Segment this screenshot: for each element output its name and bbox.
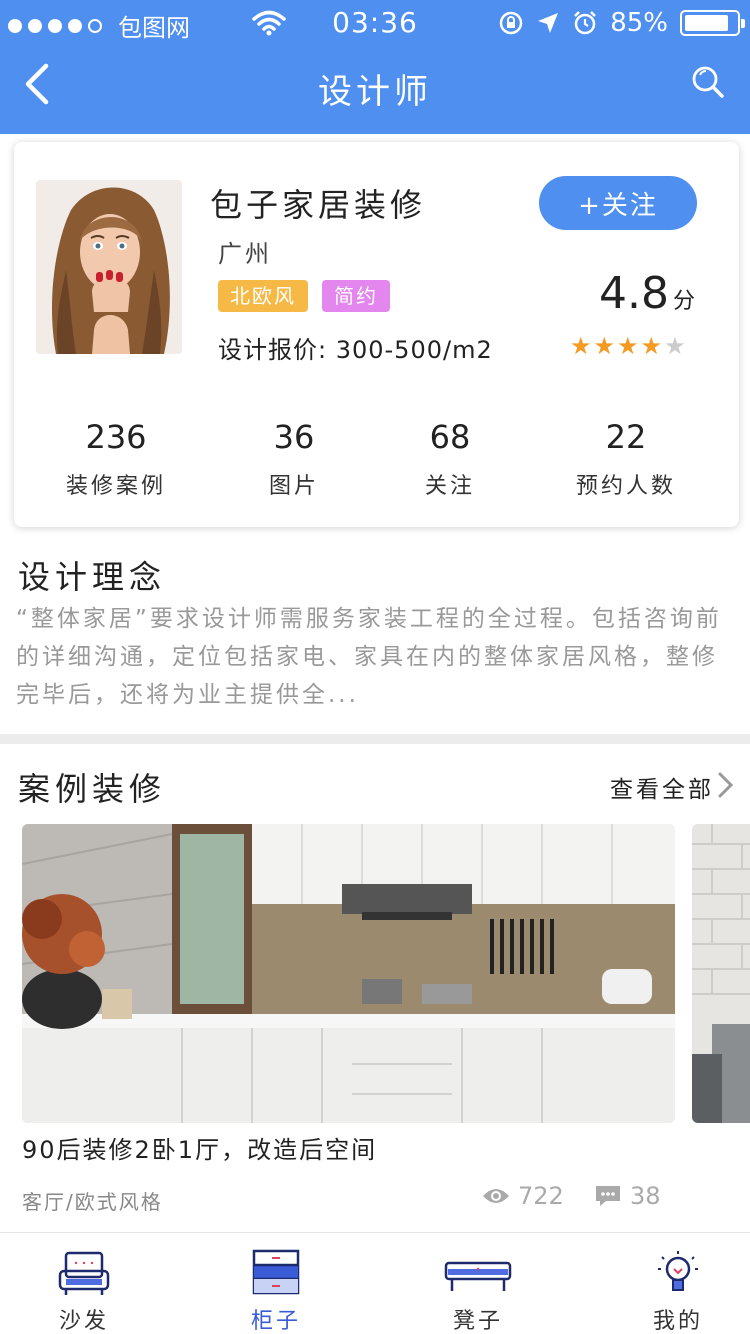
designer-card: 包子家居装修 广州 北欧风 简约 设计报价: 300-500/m2 +关注 4.… <box>14 142 739 527</box>
bulb-icon <box>658 1251 698 1291</box>
cases-title: 案例装修 <box>18 770 167 808</box>
alarm-icon <box>574 11 597 35</box>
page-title: 设计师 <box>318 72 432 112</box>
stat-value: 36 <box>273 418 315 456</box>
stat-value: 236 <box>85 418 147 456</box>
star-filled-icon: ★ <box>593 332 616 360</box>
style-tag[interactable]: 北欧风 <box>218 280 308 312</box>
case-comments: 38 <box>594 1182 661 1210</box>
designer-name: 包子家居装修 <box>210 186 427 224</box>
app-header: 包图网 03:36 85% 设计师 <box>0 0 750 134</box>
tab-sofa[interactable]: 沙发 <box>14 1233 154 1334</box>
tab-bench[interactable]: 凳子 <box>408 1233 548 1334</box>
case-title[interactable]: 90后装修2卧1厅，改造后空间 <box>22 1130 377 1165</box>
rating-stars: ★ ★ ★ ★ ★ <box>570 332 686 360</box>
views-count: 722 <box>518 1182 564 1210</box>
view-all-link[interactable]: 查看全部 <box>610 770 714 804</box>
rotation-lock-icon <box>499 11 523 35</box>
tab-label: 沙发 <box>58 1309 109 1334</box>
stat-label: 预约人数 <box>575 474 676 499</box>
status-right: 85% <box>498 8 745 38</box>
status-bar: 包图网 03:36 85% <box>0 0 750 46</box>
sofa-icon <box>58 1251 110 1295</box>
tab-label: 我的 <box>652 1309 703 1334</box>
tab-bar: 沙发 柜子 凳子 我的 <box>0 1232 750 1334</box>
tab-cabinet[interactable]: 柜子 <box>206 1233 346 1334</box>
stat-cases[interactable]: 236 装修案例 <box>36 418 196 500</box>
stat-value: 22 <box>605 418 647 456</box>
rating-score: 4.8 分 <box>599 268 695 319</box>
case-views: 722 <box>482 1182 564 1210</box>
stat-followers[interactable]: 68 关注 <box>370 418 530 500</box>
eye-icon <box>483 1189 509 1203</box>
star-filled-icon: ★ <box>570 332 592 360</box>
stat-label: 装修案例 <box>65 474 166 499</box>
stat-value: 68 <box>429 418 471 456</box>
bench-icon <box>444 1261 512 1291</box>
location-icon <box>538 13 559 33</box>
case-photo-next[interactable] <box>692 824 750 1123</box>
tab-label: 凳子 <box>452 1309 503 1334</box>
star-filled-icon: ★ <box>640 332 663 360</box>
comments-count: 38 <box>630 1182 661 1210</box>
battery-fill <box>685 15 728 31</box>
search-icon[interactable] <box>688 62 728 102</box>
battery-percent: 85% <box>610 8 668 38</box>
designer-avatar[interactable] <box>36 180 182 354</box>
score-value: 4.8 <box>599 268 669 319</box>
stat-photos[interactable]: 36 图片 <box>214 418 374 500</box>
style-tag[interactable]: 简约 <box>322 280 390 312</box>
design-price: 设计报价: 300-500/m2 <box>218 336 493 364</box>
style-tags: 北欧风 简约 <box>218 280 390 312</box>
follow-button[interactable]: +关注 <box>539 176 697 230</box>
philosophy-text: “整体家居”要求设计师需服务家装工程的全过程。包括咨询前的详细沟通，定位包括家电… <box>16 606 722 708</box>
battery-icon <box>680 10 745 36</box>
nav-bar: 设计师 <box>0 46 750 134</box>
case-photo[interactable] <box>22 824 675 1123</box>
case-category: 客厅/欧式风格 <box>22 1190 163 1214</box>
star-filled-icon: ★ <box>617 332 639 360</box>
tab-label: 柜子 <box>250 1309 301 1334</box>
stat-label: 关注 <box>424 474 475 499</box>
section-divider <box>0 734 750 744</box>
chevron-right-icon[interactable] <box>716 770 736 800</box>
comment-icon <box>596 1186 620 1206</box>
score-unit: 分 <box>672 289 695 314</box>
tab-mine[interactable]: 我的 <box>608 1233 748 1334</box>
cabinet-icon <box>252 1249 300 1295</box>
philosophy-title: 设计理念 <box>18 558 167 596</box>
stat-label: 图片 <box>268 474 319 499</box>
star-empty-icon: ★ <box>664 332 686 360</box>
designer-city: 广州 <box>218 240 272 268</box>
stat-appointments[interactable]: 22 预约人数 <box>546 418 706 500</box>
